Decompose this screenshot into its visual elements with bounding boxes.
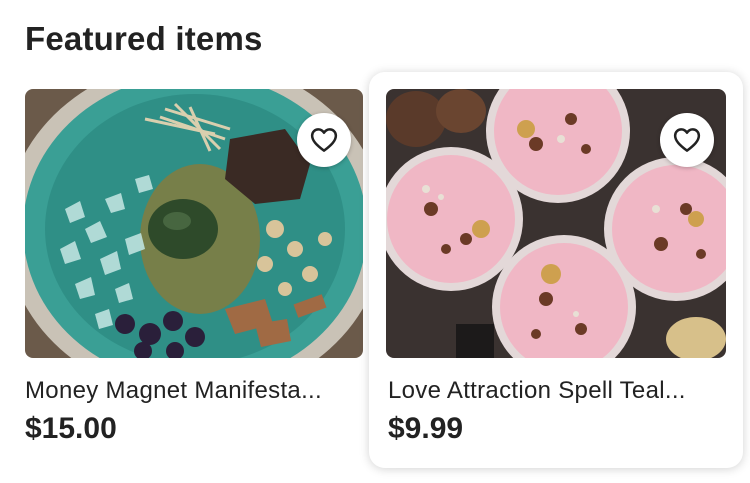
listing-title[interactable]: Love Attraction Spell Teal... bbox=[388, 377, 721, 405]
listing-card-love-attraction[interactable]: Love Attraction Spell Teal... $9.99 bbox=[369, 72, 743, 468]
heart-outline-icon bbox=[310, 128, 338, 152]
section-title: Featured items bbox=[25, 20, 263, 57]
listing-price: $15.00 bbox=[25, 412, 117, 445]
listing-image-love-attraction[interactable] bbox=[386, 89, 726, 358]
favorite-button[interactable] bbox=[660, 113, 714, 167]
favorite-button[interactable] bbox=[297, 113, 351, 167]
listing-price: $9.99 bbox=[388, 412, 464, 445]
heart-outline-icon bbox=[673, 128, 701, 152]
listing-image-money-magnet[interactable] bbox=[25, 89, 363, 358]
listing-card-money-magnet[interactable]: Money Magnet Manifesta... $15.00 bbox=[8, 72, 374, 468]
listing-title[interactable]: Money Magnet Manifesta... bbox=[25, 377, 360, 405]
